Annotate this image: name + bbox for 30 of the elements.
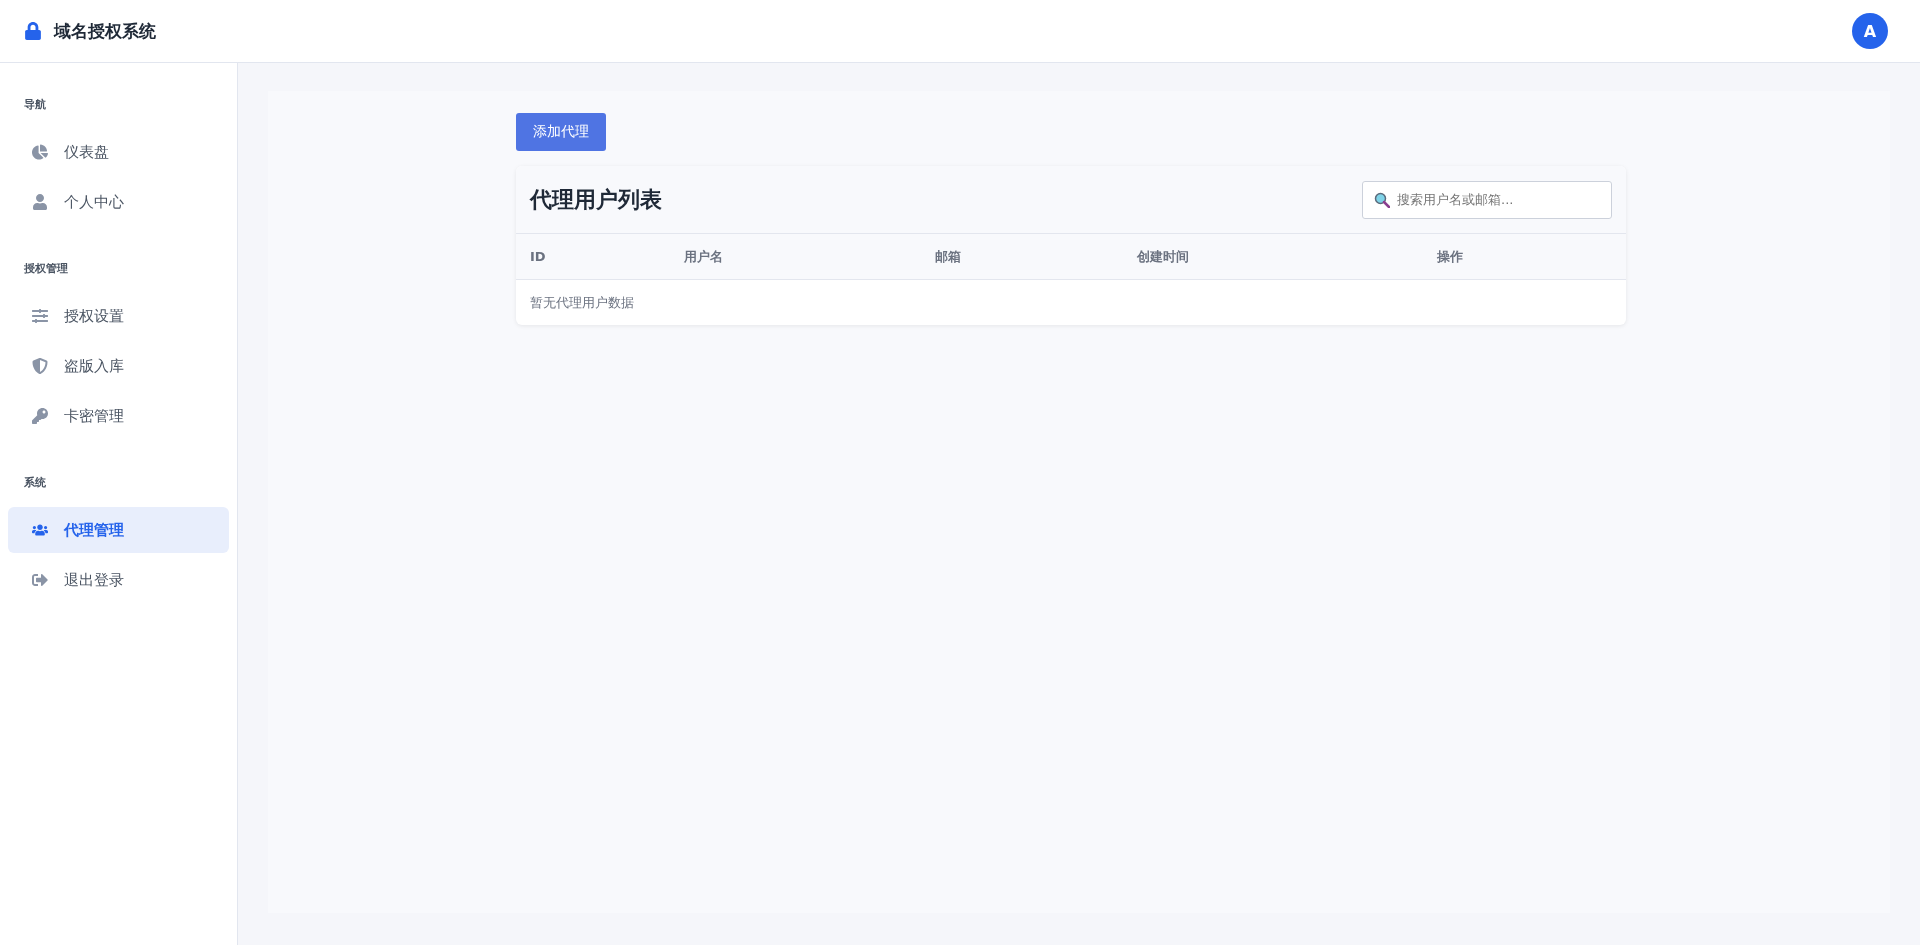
search-icon <box>1374 191 1390 208</box>
user-icon <box>32 194 48 210</box>
sliders-icon <box>32 308 48 324</box>
sidebar-item[interactable]: 授权设置 <box>8 293 229 339</box>
empty-message: 暂无代理用户数据 <box>529 293 635 312</box>
sidebar-item[interactable]: 卡密管理 <box>8 393 229 439</box>
sidebar-item[interactable]: 个人中心 <box>8 179 229 225</box>
sidebar-item[interactable]: 仪表盘 <box>8 129 229 175</box>
add-agent-button[interactable]: 添加代理 <box>516 113 606 151</box>
column-header: 创建时间 <box>1137 247 1190 266</box>
section-title: 导航 <box>23 97 47 112</box>
user-avatar[interactable]: A <box>1852 13 1888 49</box>
key-icon <box>32 408 48 424</box>
sidebar-item[interactable]: 退出登录 <box>8 557 229 603</box>
section-title: 系统 <box>23 475 47 490</box>
column-header: 邮箱 <box>935 247 962 266</box>
search-field[interactable]: 搜索用户名或邮箱... <box>1362 180 1612 219</box>
sidebar-item[interactable]: 代理管理 <box>8 507 229 553</box>
column-header: ID <box>530 249 547 264</box>
sidebar-item[interactable]: 盗版入库 <box>8 343 229 389</box>
logout-icon <box>32 572 48 588</box>
column-header: 用户名 <box>684 247 724 266</box>
app-title: 域名授权系统 <box>54 19 156 43</box>
pie-chart-icon <box>32 144 48 160</box>
card-title: 代理用户列表 <box>530 185 662 214</box>
users-icon <box>32 522 48 538</box>
column-header: 操作 <box>1437 247 1464 266</box>
section-title: 授权管理 <box>23 261 69 276</box>
shield-icon <box>32 358 48 374</box>
lock-icon <box>24 22 42 40</box>
